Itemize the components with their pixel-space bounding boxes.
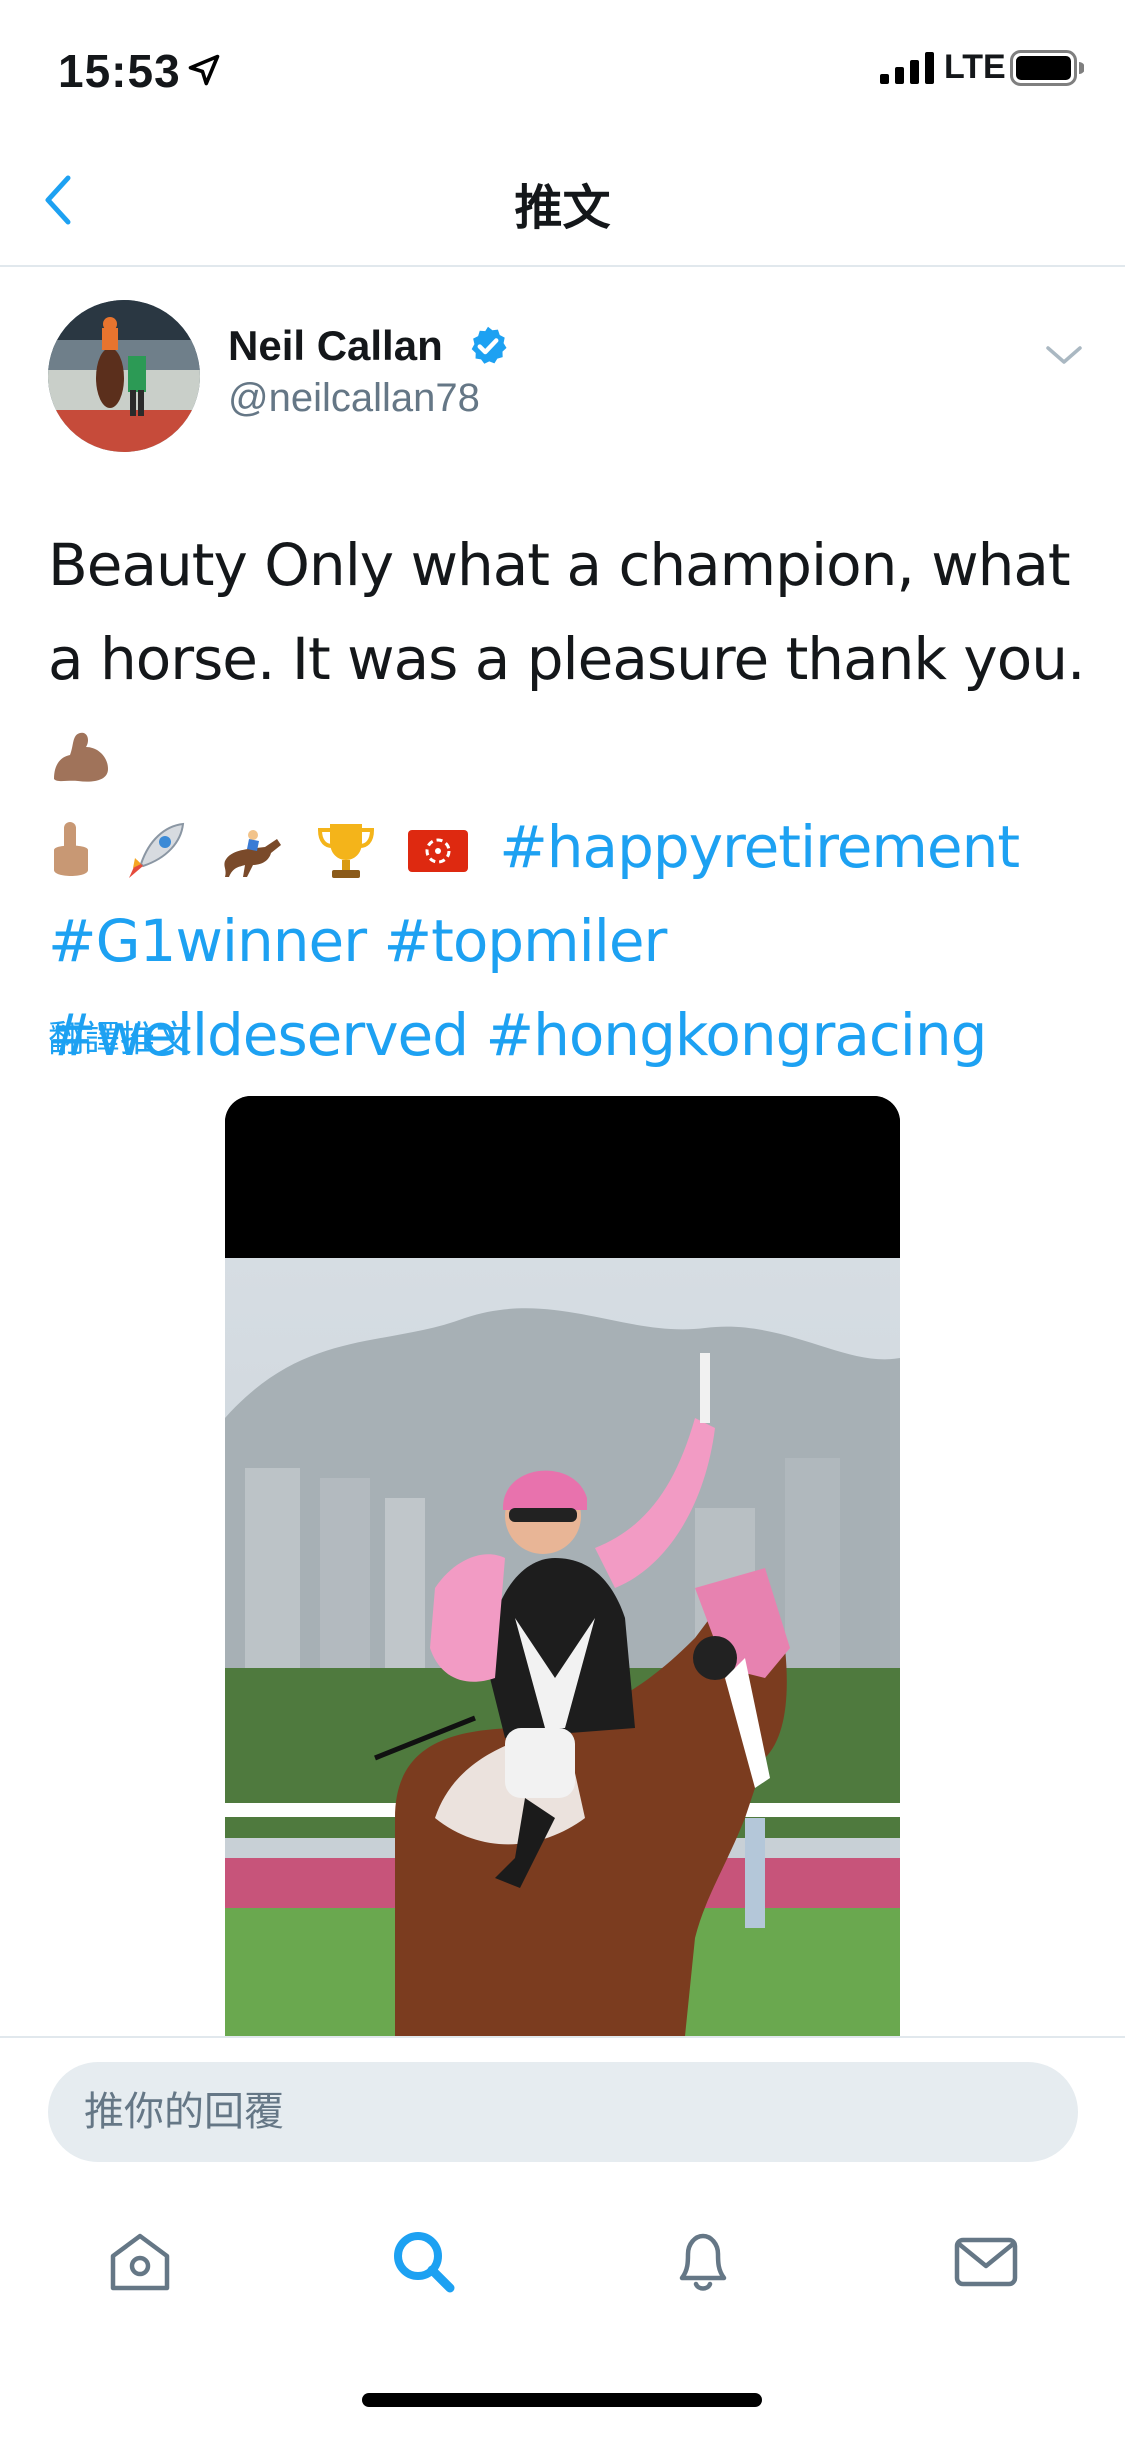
hong-kong-flag-icon xyxy=(407,829,468,872)
chevron-down-icon[interactable] xyxy=(1042,340,1086,370)
notifications-icon[interactable] xyxy=(668,2226,738,2296)
avatar[interactable] xyxy=(48,300,200,452)
hashtag[interactable]: #topmiler xyxy=(383,907,667,975)
page-title: 推文 xyxy=(514,180,611,236)
verified-badge-icon xyxy=(471,326,507,364)
nav-bar: 推文 xyxy=(0,140,1125,267)
status-bar: 15:53 LTE xyxy=(0,0,1125,140)
messages-icon[interactable] xyxy=(951,2226,1021,2296)
avatar-photo xyxy=(48,300,200,452)
rocket-icon xyxy=(129,822,185,878)
flexed-biceps-icon xyxy=(54,732,108,782)
battery-icon xyxy=(1010,50,1084,86)
hashtag[interactable]: #happyretirement xyxy=(499,813,1020,881)
tweet-body: Beauty Only what a champion, what a hors… xyxy=(48,531,1085,693)
reply-input[interactable] xyxy=(48,2062,1078,2162)
search-icon[interactable] xyxy=(388,2226,458,2296)
status-time: 15:53 xyxy=(58,45,181,97)
tweet-text: Beauty Only what a champion, what a hors… xyxy=(48,518,1088,1082)
tweet-media[interactable] xyxy=(225,1096,900,2036)
cellular-signal-icon xyxy=(880,52,934,84)
tweet-photo xyxy=(225,1258,900,2036)
horse-racing-icon xyxy=(224,829,281,877)
trophy-icon xyxy=(318,823,375,878)
author-handle[interactable]: @neilcallan78 xyxy=(228,376,480,421)
translate-tweet-link[interactable]: 翻譯推文 xyxy=(48,1010,192,1062)
home-indicator[interactable] xyxy=(362,2393,762,2407)
pointing-up-icon xyxy=(54,821,88,876)
hashtag[interactable]: #G1winner xyxy=(48,907,367,975)
network-type: LTE xyxy=(944,48,1006,86)
hashtag[interactable]: #hongkongracing xyxy=(485,1001,987,1069)
author-name[interactable]: Neil Callan xyxy=(228,322,443,370)
location-arrow-icon xyxy=(188,54,220,86)
media-letterbox xyxy=(225,1096,900,1258)
home-icon[interactable] xyxy=(105,2226,175,2296)
